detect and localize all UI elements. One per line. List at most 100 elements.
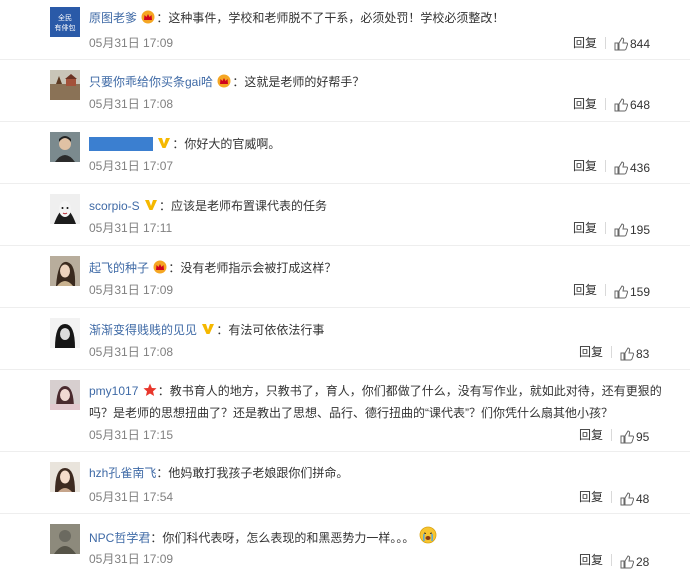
like-count: 159 <box>630 285 651 299</box>
comment-item: 只要你乖给你买条gai哈 ：这就是老师的好帮手？ 05月31日 17:08 回复… <box>0 60 690 122</box>
timestamp: 05月31日 17:09 <box>89 552 174 566</box>
comment-text: 应该是老师布置课代表的任务 <box>171 199 328 213</box>
comment-text: 教书育人的地方，只教书了，育人，你们都做了什么，没有写作业，就如此对待，还有更狠… <box>89 384 662 420</box>
comment-text: 没有老师指示会被打成这样？ <box>180 261 337 275</box>
avatar[interactable] <box>50 462 80 492</box>
like-button[interactable]: 648 <box>614 97 650 113</box>
reply-button[interactable]: 回复 <box>573 158 597 174</box>
crown-icon <box>153 260 167 280</box>
divider <box>611 346 612 358</box>
comment-item: ：你好大的官威啊。 05月31日 17:07 回复 436 <box>0 122 690 184</box>
comment-line: hzh孔雀南飞：他妈敢打我孩子老娘跟你们拼命。 <box>89 466 349 480</box>
comment-line: pmy1017 ：教书育人的地方，只教书了，育人，你们都做了什么，没有写作业，就… <box>89 383 662 420</box>
crying-face-icon <box>419 526 437 550</box>
comment-text: 你们科代表呀，怎么表现的和黑恶势力一样。。。 <box>162 531 415 545</box>
username-link[interactable]: scorpio-S <box>89 199 140 213</box>
timestamp: 05月31日 17:54 <box>89 490 174 504</box>
comment-item: 起飞的种子 ：没有老师指示会被打成这样？ 05月31日 17:09 回复 159 <box>0 246 690 308</box>
like-button[interactable]: 195 <box>614 222 650 238</box>
thumbs-up-icon <box>614 37 629 51</box>
avatar[interactable] <box>50 380 80 410</box>
comment-text: 他妈敢打我孩子老娘跟你们拼命。 <box>168 466 349 480</box>
comment-text: 有法可依依法行事 <box>228 323 325 337</box>
avatar[interactable] <box>50 132 80 162</box>
redacted-username[interactable] <box>89 137 153 151</box>
timestamp: 05月31日 17:07 <box>89 159 174 173</box>
avatar[interactable] <box>50 524 80 554</box>
divider <box>605 37 606 49</box>
comment-item: scorpio-S ：应该是老师布置课代表的任务 05月31日 17:11 回复… <box>0 184 690 246</box>
like-count: 95 <box>636 430 650 444</box>
comment-item: 渐渐变得贱贱的见见 ：有法可依依法行事 05月31日 17:08 回复 83 <box>0 308 690 370</box>
thumbs-up-icon <box>614 285 629 299</box>
like-button[interactable]: 83 <box>620 346 649 362</box>
thumbs-up-icon <box>614 223 629 237</box>
like-button[interactable]: 28 <box>620 554 649 570</box>
reply-button[interactable]: 回复 <box>579 489 603 505</box>
v-badge-icon <box>144 198 158 218</box>
reply-button[interactable]: 回复 <box>573 282 597 298</box>
reply-button[interactable]: 回复 <box>573 35 597 51</box>
username-link[interactable]: 起飞的种子 <box>89 261 149 275</box>
avatar[interactable] <box>50 194 80 224</box>
like-button[interactable]: 436 <box>614 160 650 176</box>
username-link[interactable]: hzh孔雀南飞 <box>89 466 156 480</box>
like-button[interactable]: 159 <box>614 284 650 300</box>
comment-text: 你好大的官威啊。 <box>184 137 281 151</box>
comment-text: 这就是老师的好帮手？ <box>244 75 365 89</box>
timestamp: 05月31日 17:09 <box>89 36 174 50</box>
like-button[interactable]: 95 <box>620 429 649 445</box>
comment-item: 全民 有俳包 原图老爹 ：这种事件，学校和老师脱不了干系，必须处罚！学校必须整改… <box>0 0 690 60</box>
divider <box>611 554 612 566</box>
username-link[interactable]: 只要你乖给你买条gai哈 <box>89 75 213 89</box>
like-count: 48 <box>636 492 650 506</box>
thumbs-up-icon <box>620 555 635 569</box>
reply-button[interactable]: 回复 <box>573 220 597 236</box>
comment-line: 只要你乖给你买条gai哈 ：这就是老师的好帮手？ <box>89 72 680 94</box>
comment-line: ：你好大的官威啊。 <box>89 134 680 156</box>
username-link[interactable]: 渐渐变得贱贱的见见 <box>89 323 197 337</box>
comment-item: pmy1017 ：教书育人的地方，只教书了，育人，你们都做了什么，没有写作业，就… <box>0 370 690 452</box>
timestamp: 05月31日 17:08 <box>89 97 174 111</box>
v-badge-icon <box>201 322 215 342</box>
divider <box>605 98 606 110</box>
crown-icon <box>141 10 155 30</box>
avatar[interactable] <box>50 318 80 348</box>
comment-item: NPC哲学君：你们科代表呀，怎么表现的和黑恶势力一样。。。 05月31日 17:… <box>0 514 690 570</box>
username-link[interactable]: 原图老爹 <box>89 11 137 25</box>
avatar[interactable] <box>50 70 80 100</box>
like-count: 83 <box>636 347 650 361</box>
timestamp: 05月31日 17:15 <box>89 428 174 442</box>
thumbs-up-icon <box>614 161 629 175</box>
divider <box>605 284 606 296</box>
divider <box>611 429 612 441</box>
comment-text: 这种事件，学校和老师脱不了干系，必须处罚！学校必须整改！ <box>168 11 505 25</box>
timestamp: 05月31日 17:09 <box>89 283 174 297</box>
divider <box>605 222 606 234</box>
timestamp: 05月31日 17:08 <box>89 345 174 359</box>
thumbs-up-icon <box>620 492 635 506</box>
timestamp: 05月31日 17:11 <box>89 221 173 235</box>
svg-text:全民: 全民 <box>58 13 72 22</box>
comment-line: NPC哲学君：你们科代表呀，怎么表现的和黑恶势力一样。。。 <box>89 526 680 550</box>
like-button[interactable]: 48 <box>620 491 649 507</box>
reply-button[interactable]: 回复 <box>579 552 603 568</box>
thumbs-up-icon <box>620 430 635 444</box>
like-button[interactable]: 844 <box>614 36 650 52</box>
reply-button[interactable]: 回复 <box>579 344 603 360</box>
like-count: 28 <box>636 555 650 569</box>
like-count: 844 <box>630 37 651 51</box>
comment-line: scorpio-S ：应该是老师布置课代表的任务 <box>89 196 680 218</box>
username-link[interactable]: pmy1017 <box>89 384 138 398</box>
divider <box>605 160 606 172</box>
like-count: 648 <box>630 98 651 112</box>
avatar[interactable] <box>50 256 80 286</box>
comment-line: 渐渐变得贱贱的见见 ：有法可依依法行事 <box>89 320 680 342</box>
username-link[interactable]: NPC哲学君 <box>89 531 150 545</box>
comment-item: hzh孔雀南飞：他妈敢打我孩子老娘跟你们拼命。 05月31日 17:54 回复 … <box>0 452 690 514</box>
comment-list: 全民 有俳包 原图老爹 ：这种事件，学校和老师脱不了干系，必须处罚！学校必须整改… <box>0 0 690 570</box>
reply-button[interactable]: 回复 <box>573 96 597 112</box>
like-count: 195 <box>630 223 651 237</box>
avatar[interactable]: 全民 有俳包 <box>50 7 80 37</box>
reply-button[interactable]: 回复 <box>579 427 603 443</box>
